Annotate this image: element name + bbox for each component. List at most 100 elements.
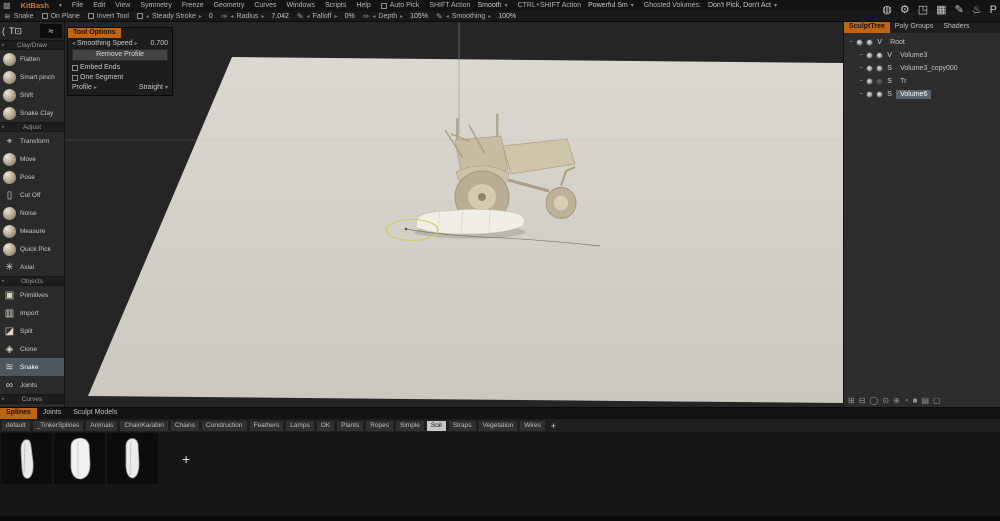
category-vegetation[interactable]: Vegetation xyxy=(479,421,518,431)
category-tinkersplines[interactable]: _TinkerSplines xyxy=(33,421,84,431)
viewport-canvas[interactable] xyxy=(65,22,843,407)
tool-shift[interactable]: Shift xyxy=(0,86,64,104)
decrement-arrow-icon[interactable]: ◂ xyxy=(231,13,234,20)
spline-thumbnail-3[interactable] xyxy=(107,433,158,484)
spline-thumbnail-1[interactable] xyxy=(1,433,52,484)
ghost-toggle-icon[interactable] xyxy=(876,78,883,85)
volume-name[interactable]: Volume3 xyxy=(896,51,931,60)
add-category-button[interactable]: + xyxy=(548,421,559,431)
decrement-arrow-icon[interactable]: ◂ xyxy=(146,13,149,20)
profile-dropdown[interactable]: Profile ▸ Straight ▾ xyxy=(68,82,172,92)
category-wires[interactable]: Wires xyxy=(520,421,545,431)
tool-snake-clay[interactable]: Snake Clay xyxy=(0,104,64,122)
visibility-icon[interactable] xyxy=(866,91,873,98)
tab-sculpt-models[interactable]: Sculpt Models xyxy=(67,408,123,419)
ghost-toggle-icon[interactable] xyxy=(876,52,883,59)
history-icon[interactable]: ◔ xyxy=(904,396,909,405)
ghost-toggle-icon[interactable] xyxy=(876,91,883,98)
volume-name[interactable]: Volume6 xyxy=(896,90,931,99)
pen-pressure-icon[interactable]: ✑ xyxy=(221,12,228,21)
category-chains[interactable]: Chains xyxy=(171,421,199,431)
section-clay-draw[interactable]: ▸Clay/Draw xyxy=(0,40,64,50)
tool-transform[interactable]: ⌖Transform xyxy=(0,132,64,150)
tab-poly-groups[interactable]: Poly Groups xyxy=(890,22,939,33)
one-segment-checkbox[interactable] xyxy=(72,75,78,81)
section-curves[interactable]: ▸Curves xyxy=(0,394,64,404)
category-soil[interactable]: Soil xyxy=(427,421,446,431)
tree-row[interactable]: − S Volume3_copy000 xyxy=(844,62,1000,75)
tree-row[interactable]: − S Tr xyxy=(844,75,1000,88)
increment-arrow-icon[interactable]: ▸ xyxy=(199,13,202,20)
paint-room-icon[interactable]: ✎ xyxy=(955,5,964,16)
merge-icon[interactable]: ⊕ xyxy=(893,396,900,405)
radius-label[interactable]: Radius xyxy=(237,13,259,20)
menu-view[interactable]: View xyxy=(115,2,130,9)
menu-geometry[interactable]: Geometry xyxy=(214,2,245,9)
depth-label[interactable]: Depth xyxy=(378,13,397,20)
spline-thumbnail-2[interactable] xyxy=(54,433,105,484)
scene-menu-button[interactable]: KitBash xyxy=(21,1,49,10)
visibility-icon[interactable] xyxy=(866,65,873,72)
increment-arrow-icon[interactable]: ▸ xyxy=(488,13,491,20)
volume-name[interactable]: Root xyxy=(886,38,909,47)
visibility-icon[interactable] xyxy=(866,52,873,59)
category-simple[interactable]: Simple xyxy=(396,421,424,431)
invert-tool-checkbox[interactable] xyxy=(88,13,94,19)
auto-pick-checkbox[interactable] xyxy=(381,3,387,9)
remove-profile-button[interactable]: Remove Profile xyxy=(72,49,168,61)
tool-import[interactable]: ▥Import xyxy=(0,304,64,322)
category-ok[interactable]: OK xyxy=(317,421,334,431)
category-plants[interactable]: Plants xyxy=(337,421,363,431)
pen-icon[interactable]: ✎ xyxy=(297,12,304,21)
section-adjust[interactable]: ▸Adjust xyxy=(0,122,64,132)
ghost-toggle-icon[interactable] xyxy=(876,65,883,72)
on-plane-checkbox[interactable] xyxy=(42,13,48,19)
depth-value[interactable]: 105% xyxy=(410,13,428,20)
increment-arrow-icon[interactable]: ▸ xyxy=(261,13,264,20)
menu-symmetry[interactable]: Symmetry xyxy=(140,2,172,9)
pen-room-icon[interactable]: P xyxy=(990,5,997,16)
visibility-icon[interactable] xyxy=(866,78,873,85)
tool-flatten[interactable]: Flatten xyxy=(0,50,64,68)
category-feathers[interactable]: Feathers xyxy=(250,421,284,431)
tool-quick-pick[interactable]: Quick Pick xyxy=(0,240,64,258)
category-lamps[interactable]: Lamps xyxy=(286,421,314,431)
ghost-toggle-icon[interactable] xyxy=(866,39,873,46)
tool-clone[interactable]: ◈Clone xyxy=(0,340,64,358)
remove-layer-icon[interactable]: ⊟ xyxy=(859,396,866,405)
section-objects[interactable]: ▸Objects xyxy=(0,276,64,286)
tool-noise[interactable]: Noise xyxy=(0,204,64,222)
collapse-icon[interactable]: − xyxy=(859,78,863,85)
tool-pose[interactable]: Pose xyxy=(0,168,64,186)
falloff-value[interactable]: 0% xyxy=(345,13,355,20)
pottery-room-icon[interactable]: ♨ xyxy=(972,5,982,16)
category-ropes[interactable]: Ropes xyxy=(366,421,393,431)
tool-axial[interactable]: ✳Axial xyxy=(0,258,64,276)
menu-freeze[interactable]: Freeze xyxy=(182,2,204,9)
category-animals[interactable]: Animals xyxy=(86,421,117,431)
tab-joints[interactable]: Joints xyxy=(37,408,67,419)
tool-snake[interactable]: ≋Snake xyxy=(0,358,64,376)
category-straps[interactable]: Straps xyxy=(449,421,476,431)
menu-curves[interactable]: Curves xyxy=(254,2,276,9)
tab-splines[interactable]: Splines xyxy=(0,408,37,419)
shapes-room-icon[interactable]: ◳ xyxy=(918,5,928,16)
category-chainkarabin[interactable]: ChainKarabin xyxy=(120,421,167,431)
tree-row-selected[interactable]: − S Volume6 xyxy=(844,88,1000,101)
tool-measure[interactable]: Measure xyxy=(0,222,64,240)
radius-value[interactable]: 7.042 xyxy=(271,13,289,20)
sphere-room-icon[interactable]: ◍ xyxy=(882,5,892,16)
tab-shaders[interactable]: Shaders xyxy=(938,22,974,33)
increment-arrow-icon[interactable]: ▸ xyxy=(400,13,403,20)
ghosted-volumes-dropdown[interactable]: Ghosted Volumes: Don't Pick, Don't Act ▾ xyxy=(644,2,777,9)
smoothing-speed-field[interactable]: ◂ Smoothing Speed ▸ 0.700 xyxy=(68,38,172,48)
decrement-arrow-icon[interactable]: ◂ xyxy=(446,13,449,20)
collapse-icon[interactable]: − xyxy=(859,91,863,98)
text-tool-icon[interactable]: T⊡ xyxy=(9,26,22,37)
decrement-arrow-icon[interactable]: ◂ xyxy=(307,13,310,20)
collapse-icon[interactable]: − xyxy=(859,65,863,72)
volume-name[interactable]: Tr xyxy=(896,77,910,86)
gears-room-icon[interactable]: ⚙ xyxy=(900,5,910,16)
steady-stroke-checkbox[interactable] xyxy=(137,13,143,19)
tool-split[interactable]: ◪Split xyxy=(0,322,64,340)
